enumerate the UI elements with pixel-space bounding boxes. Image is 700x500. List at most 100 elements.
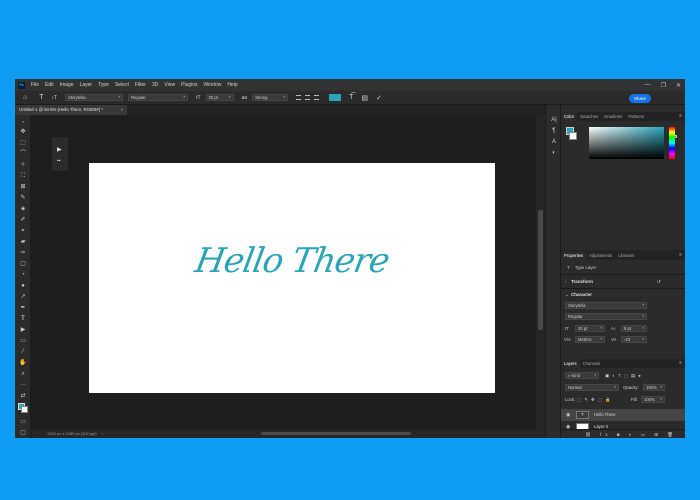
tab-properties[interactable]: Properties — [561, 251, 587, 260]
kerning-select[interactable]: Metrics ▾ — [575, 336, 605, 343]
hello-there-text[interactable]: Hello There — [85, 241, 498, 281]
swap-colors-icon[interactable]: ⇄ — [19, 392, 27, 400]
tab-layers[interactable]: Layers — [561, 359, 580, 368]
chevron-right-icon[interactable]: › — [565, 279, 566, 284]
panel-menu-icon[interactable]: ≡ — [679, 359, 682, 368]
vertical-scroll-thumb[interactable] — [538, 210, 543, 330]
reset-transform-icon[interactable]: ↺ — [657, 279, 661, 285]
layer-row-hello-there[interactable]: ◉ T Hello There — [561, 409, 685, 421]
color-panel-background-swatch[interactable] — [569, 132, 577, 140]
warp-text-icon[interactable]: T͡ — [349, 94, 353, 101]
opacity-field[interactable]: 100% ▾ — [643, 384, 665, 391]
collapse-icon[interactable]: » — [19, 118, 27, 126]
tab-libraries[interactable]: Libraries — [615, 251, 637, 260]
type-tool-icon[interactable]: T — [39, 94, 43, 101]
healing-brush-tool-icon[interactable]: ◈ — [19, 205, 27, 213]
hand-tool-icon[interactable]: ✋ — [19, 359, 27, 367]
gradient-tool-icon[interactable]: ▢ — [19, 260, 27, 268]
close-tab-icon[interactable]: × — [120, 105, 123, 115]
menu-view[interactable]: View — [164, 82, 175, 88]
restore-icon[interactable]: ❐ — [661, 82, 666, 89]
eraser-tool-icon[interactable]: ✑ — [19, 249, 27, 257]
quick-select-tool-icon[interactable]: ✧ — [19, 161, 27, 169]
pen-tool-icon[interactable]: ↗ — [19, 293, 27, 301]
menu-file[interactable]: File — [31, 82, 39, 88]
zoom-tool-icon[interactable]: ⌕ — [19, 370, 27, 378]
background-color-swatch[interactable] — [21, 406, 28, 413]
adjustments-panel-icon[interactable]: ◐ — [550, 149, 558, 157]
character-panel-icon[interactable]: A| — [550, 116, 558, 124]
hue-slider[interactable] — [669, 127, 675, 159]
crop-tool-icon[interactable]: ⛶ — [19, 172, 27, 180]
status-menu-icon[interactable]: › — [102, 431, 103, 436]
font-size-select[interactable]: 30 pt ▾ — [205, 94, 234, 101]
menu-help[interactable]: Help — [227, 82, 237, 88]
tracking-select[interactable]: -43 ▾ — [621, 336, 647, 343]
layer-kind-filter[interactable]: ⌕ Kind ▾ — [565, 372, 599, 379]
screen-mode-icon[interactable]: ▢ — [19, 429, 27, 437]
history-brush-tool-icon[interactable]: ▰ — [19, 238, 27, 246]
share-button[interactable]: Share — [629, 94, 651, 103]
antialias-select[interactable]: Strong ▾ — [252, 94, 289, 101]
tab-patterns[interactable]: Patterns — [625, 112, 647, 121]
close-icon[interactable]: ✕ — [676, 82, 681, 89]
layers-footer-actions[interactable]: ⛓ fx ◙ ◐ ▭ ⊞ 🗑 — [561, 429, 685, 438]
rectangle-tool-icon[interactable]: ▭ — [19, 337, 27, 345]
confirm-icon[interactable]: ✓ — [376, 94, 382, 102]
align-left-icon[interactable] — [296, 95, 302, 100]
menu-plugins[interactable]: Plugins — [181, 82, 197, 88]
clone-stamp-tool-icon[interactable]: ⌖ — [19, 227, 27, 235]
character-section-label[interactable]: Character — [571, 292, 592, 297]
canvas-area[interactable]: ▶ ▪▪ Hello There — [31, 115, 545, 429]
quick-mask-icon[interactable]: ▭ — [19, 418, 27, 426]
type-tool-icon[interactable]: T — [19, 315, 27, 323]
freeform-pen-tool-icon[interactable]: ✒ — [19, 304, 27, 312]
tab-channels[interactable]: Channels — [580, 359, 604, 368]
menu-select[interactable]: Select — [115, 82, 129, 88]
play-icon[interactable]: ▶ — [57, 146, 62, 153]
more-tools-icon[interactable]: ··· — [19, 381, 27, 389]
properties-font-size-select[interactable]: 30 pt ▾ — [575, 325, 605, 332]
menu-layer[interactable]: Layer — [80, 82, 93, 88]
color-picker-field[interactable] — [589, 127, 677, 159]
properties-font-style-select[interactable]: Regular ▾ — [565, 313, 647, 320]
path-select-tool-icon[interactable]: ▶ — [19, 326, 27, 334]
blend-mode-select[interactable]: Normal ▾ — [565, 384, 619, 391]
menu-image[interactable]: Image — [60, 82, 74, 88]
blur-tool-icon[interactable]: ◔ — [19, 271, 27, 279]
frame-tool-icon[interactable]: ⊠ — [19, 183, 27, 191]
home-icon[interactable]: ⌂ — [23, 94, 27, 101]
paragraph-panel-icon[interactable]: ¶ — [550, 127, 558, 135]
layer-filter-icons[interactable]: ▣ ◐ T ⬚ ▤ ● — [605, 373, 642, 379]
align-center-icon[interactable] — [305, 95, 311, 100]
leading-select[interactable]: 9 pt ▾ — [621, 325, 647, 332]
menu-window[interactable]: Window — [204, 82, 222, 88]
chevron-down-icon[interactable]: ⌄ — [565, 292, 569, 298]
menu-3d[interactable]: 3D — [152, 82, 158, 88]
transform-section-label[interactable]: Transform — [571, 279, 593, 284]
dodge-tool-icon[interactable]: ● — [19, 282, 27, 290]
character-panel-icon[interactable]: ▤ — [361, 94, 368, 102]
fill-field[interactable]: 100% ▾ — [641, 396, 665, 403]
panel-menu-icon[interactable]: ≡ — [679, 251, 682, 260]
text-orientation-icon[interactable]: ↕T — [52, 95, 58, 101]
visibility-eye-icon[interactable]: ◉ — [566, 412, 570, 418]
layer-name[interactable]: Hello There — [594, 412, 616, 417]
document-tab[interactable]: Untitled-1 @ 60.6% (Hello There, RGB/8#)… — [15, 105, 127, 115]
marquee-tool-icon[interactable]: ⬚ — [19, 139, 27, 147]
properties-font-family-select[interactable]: Storytella ▾ — [565, 302, 647, 309]
tab-color[interactable]: Color — [561, 112, 578, 121]
lasso-tool-icon[interactable]: ⌒ — [19, 150, 27, 158]
menu-edit[interactable]: Edit — [45, 82, 54, 88]
vertical-scrollbar[interactable] — [536, 115, 545, 429]
menu-filter[interactable]: Filter — [135, 82, 146, 88]
lock-icons[interactable]: ⬚ ✎ ✥ ⬚ 🔒 — [577, 397, 611, 403]
horizontal-scroll-thumb[interactable] — [261, 432, 411, 435]
tab-gradients[interactable]: Gradients — [601, 112, 625, 121]
font-family-select[interactable]: Storytella ▾ — [65, 94, 124, 101]
font-style-select[interactable]: Regular ▾ — [128, 94, 189, 101]
eyedropper-tool-icon[interactable]: ✎ — [19, 194, 27, 202]
text-color-swatch[interactable] — [329, 94, 342, 101]
align-right-icon[interactable] — [314, 95, 320, 100]
document-canvas[interactable]: Hello There — [89, 163, 495, 393]
